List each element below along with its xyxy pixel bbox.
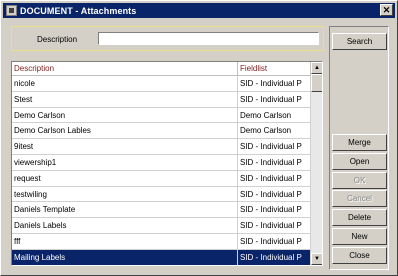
attachments-window: DOCUMENT - Attachments ✕ Description Des… (0, 0, 398, 276)
cell-fieldlist[interactable]: SID - Individual P (238, 249, 311, 265)
cell-fieldlist[interactable]: Demo Carlson (238, 107, 311, 123)
action-button-panel: Search Merge Open OK Cancel Delete New C… (329, 26, 389, 270)
cell-description[interactable]: 9itest (12, 139, 238, 154)
cell-description[interactable]: Daniels Template (12, 202, 238, 218)
scroll-up-icon[interactable]: ▲ (311, 62, 322, 74)
search-panel: Description (11, 26, 324, 51)
cell-fieldlist[interactable]: SID - Individual P (238, 233, 311, 249)
close-button[interactable]: Close (332, 247, 387, 264)
merge-button[interactable]: Merge (332, 134, 387, 151)
cell-fieldlist[interactable]: Demo Carlson (238, 123, 311, 139)
search-button[interactable]: Search (332, 33, 387, 50)
cell-fieldlist[interactable]: SID - Individual P (238, 91, 311, 107)
table-row[interactable]: 9itest SID - Individual P (12, 139, 311, 155)
cell-description[interactable]: Demo Carlson (12, 107, 238, 123)
title-bar[interactable]: DOCUMENT - Attachments ✕ (3, 3, 395, 18)
column-header-description[interactable]: Description (12, 62, 238, 76)
cell-fieldlist[interactable]: SID - Individual P (238, 218, 311, 233)
table-row[interactable]: Demo Carlson Demo Carlson (12, 107, 311, 124)
column-header-fieldlist[interactable]: Fieldlist (238, 62, 311, 76)
grid-rows: nicole SID - Individual P Stest SID - Indiv… (12, 76, 311, 265)
cell-description[interactable]: nicole (12, 76, 238, 91)
window-title: DOCUMENT - Attachments (20, 5, 137, 16)
cell-description[interactable]: fff (12, 233, 238, 249)
table-row[interactable]: fff SID - Individual P (12, 233, 311, 250)
cell-fieldlist[interactable]: SID - Individual P (238, 170, 311, 186)
table-row[interactable]: viewership1 SID - Individual P (12, 154, 311, 171)
table-row[interactable]: Daniels Labels SID - Individual P (12, 218, 311, 234)
cell-description[interactable]: Daniels Labels (12, 218, 238, 233)
table-row[interactable]: Mailing Labels SID - Individual P (12, 249, 311, 265)
window-close-button[interactable]: ✕ (380, 4, 393, 16)
open-button[interactable]: Open (332, 153, 387, 170)
cell-description[interactable]: Mailing Labels (12, 249, 238, 265)
table-row[interactable]: Stest SID - Individual P (12, 91, 311, 108)
new-button[interactable]: New (332, 228, 387, 245)
cancel-button[interactable]: Cancel (332, 190, 387, 207)
scroll-down-icon[interactable]: ▼ (311, 253, 322, 265)
cell-description[interactable]: testwiling (12, 186, 238, 202)
table-row[interactable]: nicole SID - Individual P (12, 76, 311, 92)
table-row[interactable]: Demo Carlson Lables Demo Carlson (12, 123, 311, 140)
cell-description[interactable]: request (12, 170, 238, 186)
description-search-input[interactable] (98, 32, 319, 45)
cell-fieldlist[interactable]: SID - Individual P (238, 139, 311, 154)
delete-button[interactable]: Delete (332, 209, 387, 226)
attachments-grid: Description Fieldlist nicole SID - Indivi… (11, 61, 323, 266)
cell-fieldlist[interactable]: SID - Individual P (238, 76, 311, 91)
cell-fieldlist[interactable]: SID - Individual P (238, 202, 311, 218)
cell-description[interactable]: Stest (12, 91, 238, 107)
table-row[interactable]: testwiling SID - Individual P (12, 186, 311, 203)
cell-fieldlist[interactable]: SID - Individual P (238, 154, 311, 170)
ok-button[interactable]: OK (332, 172, 387, 189)
scroll-thumb[interactable] (311, 74, 322, 92)
cell-description[interactable]: viewership1 (12, 154, 238, 170)
document-app-icon (6, 5, 17, 16)
vertical-scrollbar[interactable]: ▲ ▼ (311, 62, 322, 265)
cell-description[interactable]: Demo Carlson Lables (12, 123, 238, 139)
table-row[interactable]: request SID - Individual P (12, 170, 311, 187)
grid-header: Description Fieldlist (12, 62, 311, 76)
table-row[interactable]: Daniels Template SID - Individual P (12, 202, 311, 219)
description-label: Description (37, 35, 78, 44)
cell-fieldlist[interactable]: SID - Individual P (238, 186, 311, 202)
